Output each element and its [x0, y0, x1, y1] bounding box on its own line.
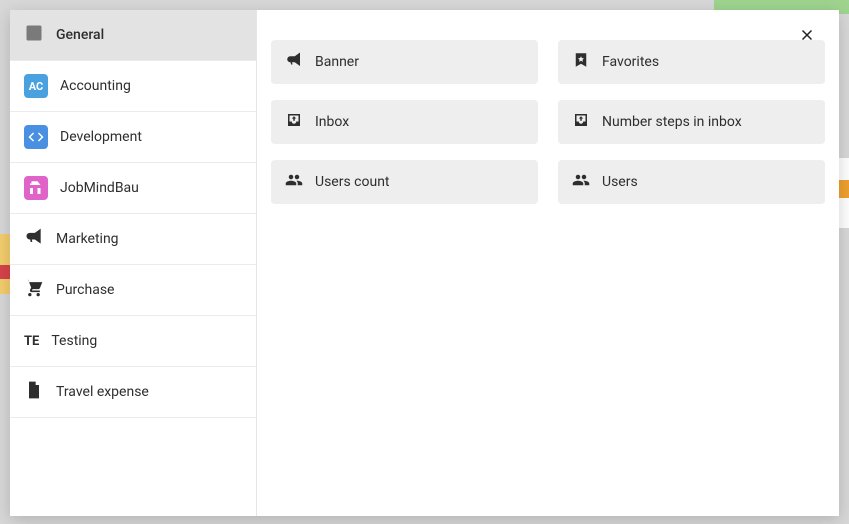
sidebar-item-label: JobMindBau: [60, 180, 139, 196]
sidebar-item-label: Travel expense: [56, 384, 149, 400]
code-icon: [24, 125, 48, 149]
sidebar-item-label: Accounting: [60, 78, 131, 94]
megaphone-icon: [24, 227, 44, 251]
sidebar-item-label: Purchase: [56, 282, 114, 298]
sidebar: General AC Accounting Development JobMin…: [10, 10, 257, 516]
tile-inbox[interactable]: Inbox: [271, 100, 538, 144]
sidebar-item-label: General: [56, 27, 104, 43]
tile-label: Inbox: [315, 114, 349, 130]
sidebar-item-general[interactable]: General: [10, 10, 256, 61]
crane-icon: [24, 176, 48, 200]
backdrop-fragment: [0, 234, 10, 294]
category-picker-modal: General AC Accounting Development JobMin…: [10, 10, 839, 516]
bookmark-star-icon: [572, 51, 590, 73]
tile-label: Favorites: [602, 54, 659, 70]
sidebar-item-label: Testing: [51, 333, 97, 349]
people-icon: [572, 171, 590, 193]
document-icon: [24, 380, 44, 404]
sidebar-item-purchase[interactable]: Purchase: [10, 265, 256, 316]
article-icon: [24, 23, 44, 47]
sidebar-item-label: Development: [60, 129, 142, 145]
content-area: Banner Favorites Inbox Number steps in i…: [257, 10, 839, 516]
tile-users-count[interactable]: Users count: [271, 160, 538, 204]
megaphone-icon: [285, 51, 303, 73]
sidebar-item-marketing[interactable]: Marketing: [10, 214, 256, 265]
sidebar-item-jobmindbau[interactable]: JobMindBau: [10, 163, 256, 214]
tile-label: Number steps in inbox: [602, 114, 742, 130]
sidebar-item-accounting[interactable]: AC Accounting: [10, 61, 256, 112]
tile-favorites[interactable]: Favorites: [558, 40, 825, 84]
testing-badge-icon: TE: [24, 334, 39, 349]
backdrop-fragment: [0, 265, 10, 279]
sidebar-item-travel-expense[interactable]: Travel expense: [10, 367, 256, 418]
tile-label: Users: [602, 174, 638, 190]
people-icon: [285, 171, 303, 193]
close-icon: [798, 26, 816, 50]
inbox-download-icon: [572, 111, 590, 133]
sidebar-item-development[interactable]: Development: [10, 112, 256, 163]
tile-grid: Banner Favorites Inbox Number steps in i…: [271, 40, 825, 204]
accounting-badge-icon: AC: [24, 74, 48, 98]
close-button[interactable]: [793, 24, 821, 52]
tile-number-steps-in-inbox[interactable]: Number steps in inbox: [558, 100, 825, 144]
cart-icon: [24, 278, 44, 302]
tile-label: Users count: [315, 174, 390, 190]
tile-banner[interactable]: Banner: [271, 40, 538, 84]
tile-users[interactable]: Users: [558, 160, 825, 204]
sidebar-item-label: Marketing: [56, 231, 119, 247]
tile-label: Banner: [315, 54, 359, 70]
sidebar-item-testing[interactable]: TE Testing: [10, 316, 256, 367]
inbox-download-icon: [285, 111, 303, 133]
